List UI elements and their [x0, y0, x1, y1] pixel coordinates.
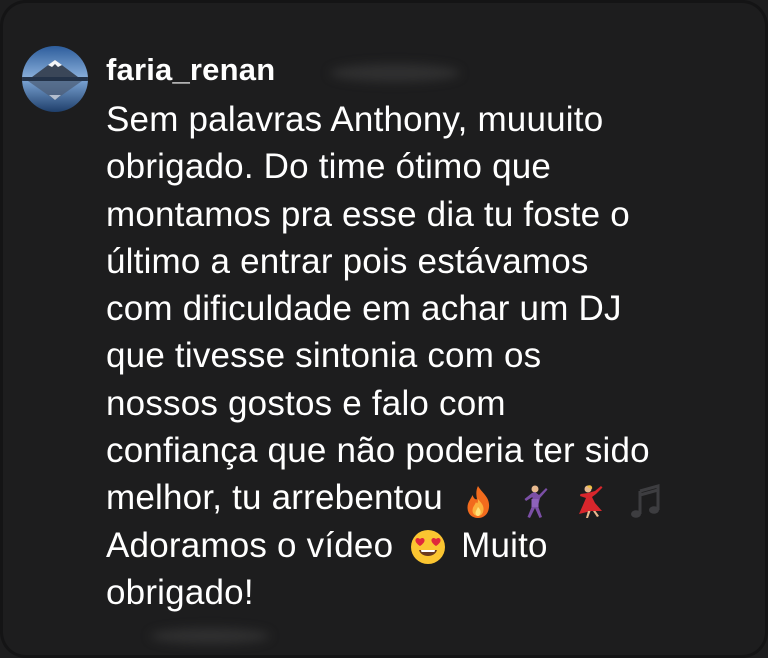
blurred-reply-link [150, 628, 270, 644]
comment-line: com dificuldade em achar um DJ [106, 289, 622, 329]
emoji-row [459, 476, 673, 523]
comment-line: último a entrar pois estávamos [106, 241, 589, 281]
comment-line: melhor, tu arrebentou [106, 478, 443, 518]
woman-dancing-icon [571, 483, 609, 521]
comment-line: obrigado! [106, 572, 254, 612]
avatar[interactable] [22, 46, 88, 112]
comment-line: obrigado. Do time ótimo que [106, 147, 552, 187]
comment-line: Sem palavras Anthony, muuuito [106, 100, 604, 139]
comment-line-with-emoji: Adoramos o vídeo Muito [106, 522, 746, 569]
blurred-timestamp [330, 64, 460, 82]
fire-icon [459, 483, 497, 521]
username[interactable]: faria_renan [106, 50, 275, 90]
comment-line: montamos pra esse dia tu foste o [106, 194, 630, 234]
mountain-lake-icon [22, 46, 88, 112]
comment-text: Sem palavras Anthony, muuuito obrigado. … [106, 96, 746, 616]
comment-line: nossos gostos e falo com [106, 383, 506, 423]
man-dancing-icon [515, 483, 553, 521]
comment-line: que tivesse sintonia com os [106, 336, 542, 376]
comment-line-with-emojis: melhor, tu arrebentou [106, 474, 746, 521]
musical-notes-icon [627, 483, 665, 521]
comment-text-segment: Muito [461, 525, 548, 565]
comment-line: confiança que não poderia ter sido [106, 431, 650, 471]
heart-eyes-face-icon [409, 528, 447, 566]
comment-card: faria_renan Sem palavras Anthony, muuuit… [0, 0, 768, 658]
comment-text-segment: Adoramos o vídeo [106, 525, 394, 565]
